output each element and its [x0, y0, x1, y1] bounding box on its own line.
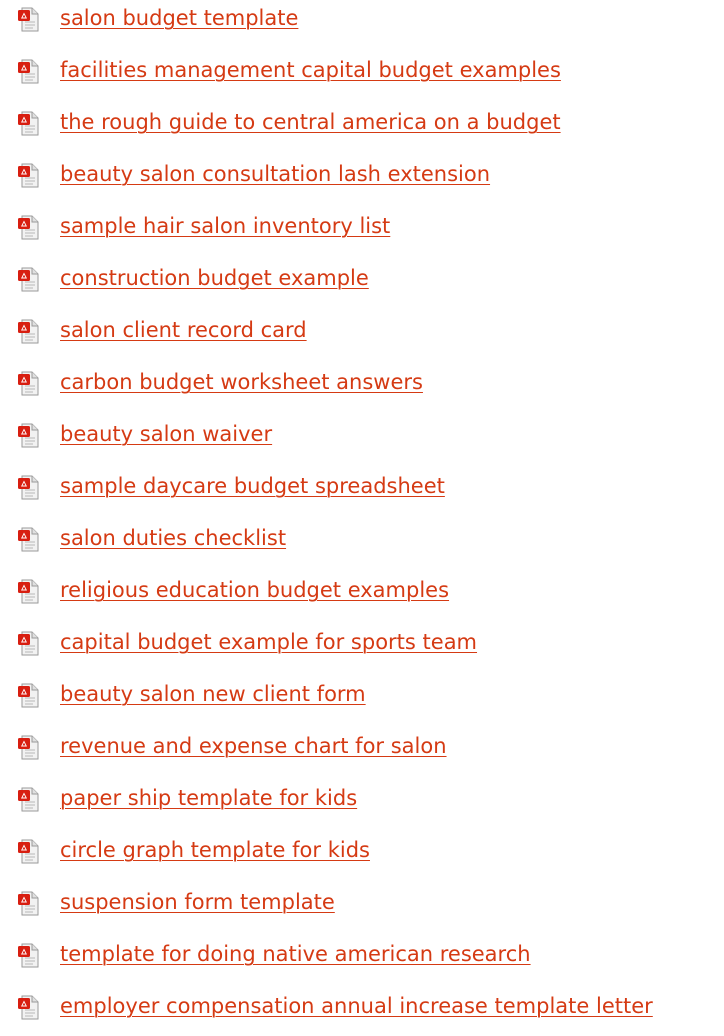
document-link[interactable]: beauty salon consultation lash extension [60, 160, 490, 188]
pdf-file-icon [17, 787, 39, 812]
list-item: salon budget template [0, 0, 724, 48]
document-link[interactable]: sample hair salon inventory list [60, 212, 390, 240]
list-item: beauty salon waiver [0, 412, 724, 464]
document-link[interactable]: employer compensation annual increase te… [60, 992, 653, 1020]
list-item: employer compensation annual increase te… [0, 984, 724, 1036]
pdf-file-icon-graphic [18, 215, 39, 240]
pdf-file-icon-graphic [18, 319, 39, 344]
list-item: sample daycare budget spreadsheet [0, 464, 724, 516]
document-link[interactable]: circle graph template for kids [60, 836, 370, 864]
pdf-file-icon-graphic [18, 111, 39, 136]
list-item: circle graph template for kids [0, 828, 724, 880]
pdf-file-icon-graphic [18, 59, 39, 84]
pdf-file-icon-graphic [18, 631, 39, 656]
pdf-file-icon [17, 891, 39, 916]
pdf-file-icon [17, 59, 39, 84]
pdf-file-icon [17, 943, 39, 968]
document-link[interactable]: salon client record card [60, 316, 307, 344]
pdf-file-icon [17, 839, 39, 864]
pdf-file-icon-graphic [18, 839, 39, 864]
document-link[interactable]: capital budget example for sports team [60, 628, 477, 656]
pdf-file-icon [17, 7, 39, 32]
document-link[interactable]: beauty salon waiver [60, 420, 272, 448]
pdf-file-icon-graphic [18, 7, 39, 32]
pdf-file-icon-graphic [18, 527, 39, 552]
list-item: sample hair salon inventory list [0, 204, 724, 256]
list-item: template for doing native american resea… [0, 932, 724, 984]
list-item: beauty salon new client form [0, 672, 724, 724]
pdf-file-icon [17, 319, 39, 344]
pdf-file-icon [17, 579, 39, 604]
document-link[interactable]: carbon budget worksheet answers [60, 368, 423, 396]
pdf-file-icon-graphic [18, 423, 39, 448]
document-link[interactable]: suspension form template [60, 888, 335, 916]
pdf-file-icon [17, 683, 39, 708]
document-link[interactable]: paper ship template for kids [60, 784, 357, 812]
pdf-file-icon [17, 475, 39, 500]
pdf-file-icon-graphic [18, 371, 39, 396]
list-item: suspension form template [0, 880, 724, 932]
document-link[interactable]: revenue and expense chart for salon [60, 732, 447, 760]
list-item: religious education budget examples [0, 568, 724, 620]
pdf-file-icon-graphic [18, 943, 39, 968]
pdf-file-icon [17, 527, 39, 552]
list-item: carbon budget worksheet answers [0, 360, 724, 412]
pdf-file-icon-graphic [18, 579, 39, 604]
pdf-file-icon [17, 735, 39, 760]
list-item: facilities management capital budget exa… [0, 48, 724, 100]
list-item: the rough guide to central america on a … [0, 100, 724, 152]
document-link[interactable]: template for doing native american resea… [60, 940, 531, 968]
list-item: capital budget example for sports team [0, 620, 724, 672]
list-item: salon client record card [0, 308, 724, 360]
pdf-file-icon [17, 215, 39, 240]
pdf-file-icon [17, 423, 39, 448]
pdf-file-icon [17, 163, 39, 188]
document-link[interactable]: religious education budget examples [60, 576, 449, 604]
document-link[interactable]: facilities management capital budget exa… [60, 56, 561, 84]
pdf-file-icon [17, 995, 39, 1020]
document-link[interactable]: sample daycare budget spreadsheet [60, 472, 445, 500]
document-link[interactable]: the rough guide to central america on a … [60, 108, 561, 136]
pdf-file-icon-graphic [18, 995, 39, 1020]
list-item: salon duties checklist [0, 516, 724, 568]
list-item: paper ship template for kids [0, 776, 724, 828]
pdf-file-icon [17, 267, 39, 292]
document-link[interactable]: salon budget template [60, 4, 298, 32]
document-link[interactable]: beauty salon new client form [60, 680, 366, 708]
list-item: construction budget example [0, 256, 724, 308]
pdf-link-list: salon budget template facilities managem… [0, 0, 724, 1036]
pdf-file-icon-graphic [18, 267, 39, 292]
pdf-file-icon-graphic [18, 891, 39, 916]
pdf-file-icon [17, 111, 39, 136]
pdf-file-icon-graphic [18, 683, 39, 708]
pdf-file-icon-graphic [18, 735, 39, 760]
pdf-file-icon-graphic [18, 163, 39, 188]
pdf-file-icon-graphic [18, 475, 39, 500]
pdf-file-icon-graphic [18, 787, 39, 812]
document-link[interactable]: salon duties checklist [60, 524, 286, 552]
pdf-file-icon [17, 631, 39, 656]
list-item: beauty salon consultation lash extension [0, 152, 724, 204]
document-link[interactable]: construction budget example [60, 264, 369, 292]
list-item: revenue and expense chart for salon [0, 724, 724, 776]
pdf-file-icon [17, 371, 39, 396]
